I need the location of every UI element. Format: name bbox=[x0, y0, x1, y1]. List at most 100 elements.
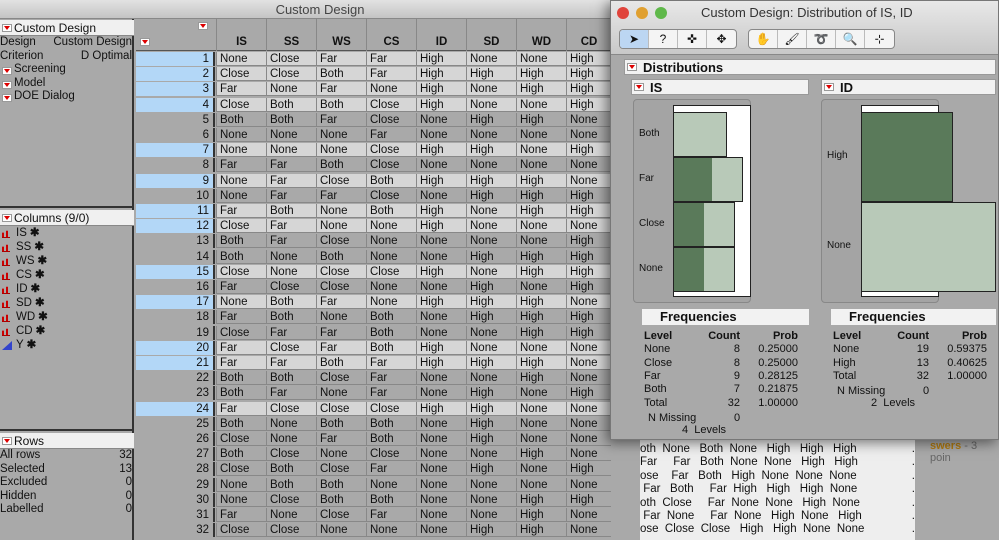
table-row[interactable]: 31 Far None Close Far None None High None bbox=[136, 508, 611, 523]
column-item-ss[interactable]: SS ✱ bbox=[0, 240, 134, 254]
table-row[interactable]: 5 Both Both Far Close None High High None bbox=[136, 112, 611, 128]
row-number[interactable]: 21 bbox=[136, 356, 215, 370]
disclosure-triangle-icon[interactable] bbox=[634, 83, 644, 91]
histogram-bar-close[interactable] bbox=[673, 202, 736, 247]
table-row[interactable]: 29 None Both Both None None None None None bbox=[136, 477, 611, 493]
row-number[interactable]: 29 bbox=[136, 477, 215, 492]
row-number[interactable]: 31 bbox=[136, 508, 215, 522]
table-row[interactable]: 1 None Close Far Far High None None High bbox=[136, 52, 611, 67]
table-row[interactable]: 17 None Both Far None High High High None bbox=[136, 295, 611, 310]
table-row[interactable]: 32 Close Close None None None High High None bbox=[136, 523, 611, 538]
histogram-bar-high[interactable] bbox=[861, 112, 954, 202]
is-plot-frame[interactable] bbox=[673, 105, 751, 297]
column-item-id[interactable]: ID ✱ bbox=[0, 282, 134, 296]
table-row[interactable]: 21 Far Far Both Far High High High None bbox=[136, 356, 611, 371]
column-item-wd[interactable]: WD ✱ bbox=[0, 310, 134, 324]
row-number[interactable]: 4 bbox=[136, 97, 215, 112]
histogram-bar-far[interactable] bbox=[673, 157, 743, 202]
help-tool-icon[interactable]: ? bbox=[649, 30, 678, 48]
magnifier-tool-icon[interactable]: 🔍 bbox=[836, 30, 865, 48]
table-row[interactable]: 30 None Close Both Both None None High High bbox=[136, 492, 611, 508]
close-button[interactable] bbox=[617, 7, 629, 19]
disclosure-triangle-icon[interactable] bbox=[2, 214, 12, 222]
table-row[interactable]: 14 Both None Both None None High High High bbox=[136, 249, 611, 265]
table-row[interactable]: 13 Both Far Close None None None None High bbox=[136, 234, 611, 249]
column-header-ss[interactable]: SS bbox=[266, 19, 316, 51]
histogram-bar-both[interactable] bbox=[673, 112, 728, 157]
move-tool-icon[interactable]: ✥ bbox=[707, 30, 736, 48]
row-number[interactable]: 16 bbox=[136, 280, 215, 294]
id-plot-frame[interactable] bbox=[861, 105, 996, 297]
row-number[interactable]: 20 bbox=[136, 340, 215, 355]
row-number[interactable]: 12 bbox=[136, 219, 215, 234]
zoom-button[interactable] bbox=[655, 7, 667, 19]
table-row[interactable]: 20 Far Close Far Both High None None None bbox=[136, 340, 611, 356]
rows-header[interactable]: Rows bbox=[0, 433, 134, 449]
table-row[interactable]: 22 Both Both Close Far None None High None bbox=[136, 371, 611, 386]
id-header[interactable]: ID bbox=[821, 79, 996, 95]
row-number[interactable]: 11 bbox=[136, 204, 215, 218]
row-number[interactable]: 10 bbox=[136, 188, 215, 203]
row-number[interactable]: 17 bbox=[136, 295, 215, 310]
model-item[interactable]: Model bbox=[0, 77, 134, 91]
screening-item[interactable]: Screening bbox=[0, 63, 134, 77]
table-row[interactable]: 25 Both None Both Both None High None None bbox=[136, 416, 611, 432]
table-row[interactable]: 16 Far Close Close None None High None High bbox=[136, 280, 611, 295]
minimize-button[interactable] bbox=[636, 7, 648, 19]
table-row[interactable]: 9 None Far Close Both High High High None bbox=[136, 173, 611, 189]
column-item-cs[interactable]: CS ✱ bbox=[0, 268, 134, 282]
row-number[interactable]: 5 bbox=[136, 112, 215, 127]
disclosure-triangle-icon[interactable] bbox=[2, 67, 12, 75]
table-row[interactable]: 11 Far Both None Both High None High High bbox=[136, 204, 611, 219]
row-number[interactable]: 27 bbox=[136, 447, 215, 462]
histogram-bar-none[interactable] bbox=[861, 202, 996, 292]
table-row[interactable]: 15 Close None Close Close High None High High bbox=[136, 264, 611, 280]
row-number[interactable]: 15 bbox=[136, 264, 215, 279]
crosshair-tool-icon[interactable]: ✜ bbox=[678, 30, 707, 48]
table-row[interactable]: 2 Close Close Both Far High High High High bbox=[136, 67, 611, 82]
is-frequencies-header[interactable]: Frequencies bbox=[642, 309, 809, 325]
hand-tool-icon[interactable]: ✋ bbox=[749, 30, 778, 48]
is-header[interactable]: IS bbox=[631, 79, 809, 95]
table-row[interactable]: 19 Close Far Far Both None None High High bbox=[136, 325, 611, 341]
table-row[interactable]: 12 Close Far None None High None None None bbox=[136, 219, 611, 234]
table-row[interactable]: 6 None None None Far None None None None bbox=[136, 128, 611, 143]
row-number[interactable]: 24 bbox=[136, 401, 215, 416]
row-number[interactable]: 18 bbox=[136, 310, 215, 325]
table-row[interactable]: 4 Close Both Both Close High None None High bbox=[136, 97, 611, 113]
column-item-cd[interactable]: CD ✱ bbox=[0, 324, 134, 338]
lasso-tool-icon[interactable]: ➰ bbox=[807, 30, 836, 48]
table-row[interactable]: 8 Far Far Both Close None None None None bbox=[136, 158, 611, 173]
scaler-tool-icon[interactable]: ⊹ bbox=[865, 30, 894, 48]
column-header-cs[interactable]: CS bbox=[366, 19, 416, 51]
distributions-header[interactable]: Distributions bbox=[624, 59, 996, 75]
table-row[interactable]: 27 Both Close None Close None None High None bbox=[136, 447, 611, 462]
table-row[interactable]: 28 Close Both Close Far None High None High bbox=[136, 462, 611, 477]
row-number[interactable]: 1 bbox=[136, 52, 215, 66]
disclosure-triangle-icon[interactable] bbox=[2, 80, 12, 89]
table-row[interactable]: 24 Far Close Close Close High High None None bbox=[136, 401, 611, 417]
column-header-id[interactable]: ID bbox=[416, 19, 466, 51]
column-header-wd[interactable]: WD bbox=[516, 19, 566, 51]
row-number[interactable]: 22 bbox=[136, 371, 215, 386]
column-item-sd[interactable]: SD ✱ bbox=[0, 296, 134, 310]
row-number[interactable]: 2 bbox=[136, 67, 215, 82]
table-row[interactable]: 3 Far None Far None High None High High bbox=[136, 82, 611, 97]
table-row[interactable]: 7 None None None Close High High None High bbox=[136, 143, 611, 158]
column-header-cd[interactable]: CD bbox=[566, 19, 611, 51]
disclosure-triangle-icon[interactable] bbox=[627, 63, 637, 71]
disclosure-triangle-icon[interactable] bbox=[2, 437, 12, 445]
row-number[interactable]: 7 bbox=[136, 143, 215, 158]
column-item-y[interactable]: Y ✱ bbox=[0, 338, 134, 352]
table-row[interactable]: 10 None Far Far Close None High High High bbox=[136, 188, 611, 204]
row-number[interactable]: 30 bbox=[136, 492, 215, 507]
row-number[interactable]: 32 bbox=[136, 523, 215, 538]
table-row[interactable]: 18 Far Both None Both None High High High bbox=[136, 310, 611, 325]
column-header-is[interactable]: IS bbox=[216, 19, 266, 51]
rows-menu-icon[interactable] bbox=[140, 38, 150, 46]
disclosure-triangle-icon[interactable] bbox=[2, 94, 12, 102]
row-number[interactable]: 25 bbox=[136, 416, 215, 431]
column-header-sd[interactable]: SD bbox=[466, 19, 516, 51]
doe-dialog-item[interactable]: DOE Dialog bbox=[0, 90, 134, 104]
custom-design-header[interactable]: Custom Design bbox=[0, 20, 134, 36]
